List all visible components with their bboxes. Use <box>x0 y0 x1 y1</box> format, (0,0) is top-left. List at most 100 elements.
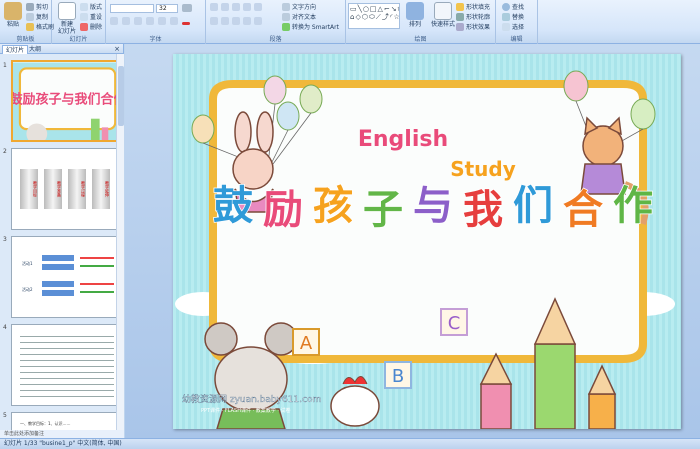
title-character: 鼓 <box>213 183 254 229</box>
font-name-combo[interactable] <box>110 4 154 13</box>
bullets-icon[interactable] <box>210 3 218 11</box>
svg-text:A: A <box>300 333 313 354</box>
slide-number: 5 <box>3 412 7 419</box>
select-button[interactable]: 选择 <box>502 22 524 31</box>
thumbnail-list: 1 鼓励孩子与我们合作 2 教学目标 教学准备 教学过程 教学延伸 3 活动 <box>0 54 116 438</box>
slide-artwork: English Study A B C 鼓 励 孩 子 与 我 们 合 作 幼教… <box>173 54 681 429</box>
quick-styles-button[interactable]: 快速样式 <box>430 2 456 28</box>
slide-thumbnail-2[interactable]: 教学目标 教学准备 教学过程 教学延伸 <box>11 148 116 230</box>
replace-button[interactable]: 替换 <box>502 12 524 21</box>
strikethrough-icon[interactable] <box>146 17 154 25</box>
shapes-gallery[interactable]: ▭╲○□△⌐↘⬠ ⌂◇⬡⬭⟋⤴◜☆ <box>348 3 400 29</box>
align-center-icon[interactable] <box>221 17 229 25</box>
justify-icon[interactable] <box>243 17 251 25</box>
thumb-column: 教学过程 <box>68 169 86 209</box>
font-color-icon[interactable] <box>182 22 190 25</box>
slide-thumbnail-1[interactable]: 鼓励孩子与我们合作 <box>11 60 116 142</box>
spacing-icon[interactable] <box>170 17 178 25</box>
scissors-icon <box>26 2 34 11</box>
thumb-row-label: 活动2 <box>22 287 33 292</box>
outdent-icon[interactable] <box>232 3 240 11</box>
tab-slides[interactable]: 幻灯片 <box>2 45 29 54</box>
align-text-icon <box>282 12 290 21</box>
watermark-text: 幼教资源网 zyuan.baby611.com <box>182 393 321 405</box>
panel-tabs: 幻灯片 大纲 × <box>0 44 123 54</box>
slide-canvas[interactable]: English Study A B C 鼓 励 孩 子 与 我 们 合 作 幼教… <box>173 54 681 429</box>
delete-slide-button[interactable]: 删除 <box>80 22 102 31</box>
underline-icon[interactable] <box>134 17 142 25</box>
paste-button[interactable]: 粘贴 <box>2 2 24 28</box>
clipboard-label: 剪贴板 <box>16 36 35 43</box>
indent-icon[interactable] <box>243 3 251 11</box>
scrollbar-thumb[interactable] <box>118 66 124 126</box>
drawing-group: ▭╲○□△⌐↘⬠ ⌂◇⬡⬭⟋⤴◜☆ 排列 快速样式 形状填充 形状轮廓 形状效果 … <box>346 0 496 44</box>
thumb-row-label: 活动1 <box>22 261 33 266</box>
layout-button[interactable]: 版式 <box>80 2 102 11</box>
letter-block-b: B <box>384 361 412 389</box>
thumb-text-lines <box>20 333 114 399</box>
grow-font-icon <box>182 4 192 12</box>
font-size-combo[interactable]: 32 <box>156 4 178 13</box>
thumb-bar <box>42 255 74 261</box>
bold-icon[interactable] <box>110 17 118 25</box>
smartart-icon <box>282 22 290 31</box>
slide-number: 2 <box>3 148 7 155</box>
thumb-bar <box>42 281 74 287</box>
numbering-icon[interactable] <box>221 3 229 11</box>
copy-button[interactable]: 复制 <box>26 12 48 21</box>
align-text-button[interactable]: 对齐文本 <box>282 12 316 21</box>
panel-scrollbar[interactable] <box>116 54 124 438</box>
columns-icon[interactable] <box>254 17 262 25</box>
editing-group: 查找 替换 选择 编辑 <box>496 0 538 44</box>
arrange-icon <box>406 2 424 20</box>
thumb-column: 教学延伸 <box>92 169 110 209</box>
find-button[interactable]: 查找 <box>502 2 524 11</box>
slide-thumbnail-3[interactable]: 活动1 活动2 <box>11 236 116 318</box>
grow-font-button[interactable] <box>182 4 192 12</box>
cut-button[interactable]: 剪切 <box>26 2 48 11</box>
title-character: 孩 <box>313 183 353 229</box>
letter-block-a: A <box>292 328 320 356</box>
copy-icon <box>26 12 34 21</box>
brush-icon <box>26 22 34 31</box>
line-spacing-icon[interactable] <box>254 3 262 11</box>
text-direction-button[interactable]: 文字方向 <box>282 2 316 11</box>
align-left-icon[interactable] <box>210 17 218 25</box>
slide-1-preview: 鼓励孩子与我们合作 <box>13 62 116 140</box>
notes-hint[interactable]: 单击此处添加备注 <box>0 430 124 438</box>
slide-thumbnail-4[interactable] <box>11 324 116 406</box>
arrange-button[interactable]: 排列 <box>404 2 426 28</box>
shape-fill-button[interactable]: 形状填充 <box>456 2 490 11</box>
svg-text:C: C <box>448 313 461 334</box>
text-direction-icon <box>282 2 290 11</box>
pen-icon <box>456 12 464 21</box>
thumb-column: 教学准备 <box>44 169 62 209</box>
tab-outline[interactable]: 大纲 <box>26 45 44 54</box>
title-character: 与 <box>413 183 453 229</box>
slide-number: 4 <box>3 324 7 331</box>
align-right-icon[interactable] <box>232 17 240 25</box>
replace-icon <box>502 12 510 21</box>
ribbon: 粘贴 剪切 复制 格式刷 剪贴板 新建 幻灯片 版式 重设 删除 幻灯片 32 … <box>0 0 700 44</box>
title-character: 励 <box>263 187 303 233</box>
font-group: 32 字体 <box>106 0 206 44</box>
slide-number: 3 <box>3 236 7 243</box>
smartart-button[interactable]: 转换为 SmartArt <box>282 22 339 31</box>
status-bar: 幻灯片 1/33 "busine1_p" 中文(简体, 中国) <box>0 438 700 449</box>
slide-title[interactable]: 鼓励孩子与我们合作 <box>212 182 654 234</box>
list-buttons <box>210 3 262 11</box>
shadow-icon[interactable] <box>158 17 166 25</box>
new-slide-button[interactable]: 新建 幻灯片 <box>56 2 78 35</box>
study-text: Study <box>450 157 516 181</box>
panel-close-icon[interactable]: × <box>114 45 120 53</box>
letter-block-c: C <box>440 308 468 336</box>
title-character: 作 <box>613 183 653 229</box>
format-painter-button[interactable]: 格式刷 <box>26 22 54 31</box>
slides-label: 幻灯片 <box>69 36 88 43</box>
reset-button[interactable]: 重设 <box>80 12 102 21</box>
clipboard-group: 粘贴 剪切 复制 格式刷 剪贴板 <box>0 0 54 44</box>
italic-icon[interactable] <box>122 17 130 25</box>
shape-effects-button[interactable]: 形状效果 <box>456 22 490 31</box>
shape-outline-button[interactable]: 形状轮廓 <box>456 12 490 21</box>
font-style-buttons <box>110 17 190 25</box>
